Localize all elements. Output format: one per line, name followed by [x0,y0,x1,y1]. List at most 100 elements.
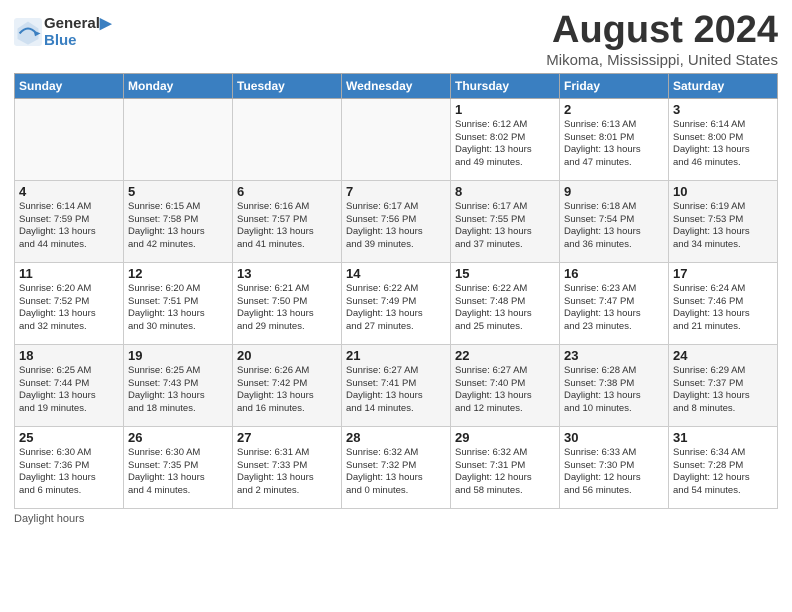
calendar-week-row: 25 Sunrise: 6:30 AM Sunset: 7:36 PM Dayli… [15,426,778,508]
day-number: 27 [237,430,337,445]
calendar-week-row: 4Sunrise: 6:14 AM Sunset: 7:59 PM Daylig… [15,180,778,262]
day-number: 6 [237,184,337,199]
calendar-week-row: 18 Sunrise: 6:25 AM Sunset: 7:44 PM Dayli… [15,344,778,426]
day-info: Sunrise: 6:15 AM Sunset: 7:58 PM Dayligh… [128,201,228,252]
calendar-cell [15,98,124,180]
calendar-cell: 26 Sunrise: 6:30 AM Sunset: 7:35 PM Dayli… [124,426,233,508]
day-info: Sunrise: 6:21 AM Sunset: 7:50 PM Dayligh… [237,283,337,334]
calendar-cell: 6 Sunrise: 6:16 AM Sunset: 7:57 PM Daylig… [233,180,342,262]
day-info: Sunrise: 6:32 AM Sunset: 7:32 PM Dayligh… [346,447,446,498]
day-number: 22 [455,348,555,363]
calendar-cell: 23 Sunrise: 6:28 AM Sunset: 7:38 PM Dayli… [560,344,669,426]
day-number: 17 [673,266,773,281]
day-info: Sunrise: 6:28 AM Sunset: 7:38 PM Dayligh… [564,365,664,416]
day-info: Sunrise: 6:20 AM Sunset: 7:52 PM Dayligh… [19,283,119,334]
day-number: 26 [128,430,228,445]
day-info: Sunrise: 6:14 AM Sunset: 8:00 PM Dayligh… [673,119,773,170]
day-number: 15 [455,266,555,281]
day-info: Sunrise: 6:12 AM Sunset: 8:02 PM Dayligh… [455,119,555,170]
day-number: 7 [346,184,446,199]
day-number: 30 [564,430,664,445]
calendar-cell: 29 Sunrise: 6:32 AM Sunset: 7:31 PM Dayli… [451,426,560,508]
calendar-cell: 15Sunrise: 6:22 AM Sunset: 7:48 PM Dayli… [451,262,560,344]
calendar-cell: 17Sunrise: 6:24 AM Sunset: 7:46 PM Dayli… [669,262,778,344]
calendar-cell: 9Sunrise: 6:18 AM Sunset: 7:54 PM Daylig… [560,180,669,262]
day-info: Sunrise: 6:32 AM Sunset: 7:31 PM Dayligh… [455,447,555,498]
footer-note: Daylight hours [14,513,778,525]
day-number: 20 [237,348,337,363]
day-info: Sunrise: 6:16 AM Sunset: 7:57 PM Dayligh… [237,201,337,252]
day-info: Sunrise: 6:23 AM Sunset: 7:47 PM Dayligh… [564,283,664,334]
day-info: Sunrise: 6:22 AM Sunset: 7:49 PM Dayligh… [346,283,446,334]
day-number: 23 [564,348,664,363]
day-number: 25 [19,430,119,445]
day-number: 8 [455,184,555,199]
day-info: Sunrise: 6:29 AM Sunset: 7:37 PM Dayligh… [673,365,773,416]
day-info: Sunrise: 6:18 AM Sunset: 7:54 PM Dayligh… [564,201,664,252]
weekday-header-thursday: Thursday [451,73,560,98]
calendar-cell: 14Sunrise: 6:22 AM Sunset: 7:49 PM Dayli… [342,262,451,344]
calendar-cell: 19 Sunrise: 6:25 AM Sunset: 7:43 PM Dayli… [124,344,233,426]
calendar-cell: 30 Sunrise: 6:33 AM Sunset: 7:30 PM Dayli… [560,426,669,508]
day-number: 19 [128,348,228,363]
calendar-cell: 21Sunrise: 6:27 AM Sunset: 7:41 PM Dayli… [342,344,451,426]
day-info: Sunrise: 6:34 AM Sunset: 7:28 PM Dayligh… [673,447,773,498]
day-number: 10 [673,184,773,199]
weekday-header-wednesday: Wednesday [342,73,451,98]
header: General▶ Blue August 2024 Mikoma, Missis… [14,10,778,69]
day-info: Sunrise: 6:26 AM Sunset: 7:42 PM Dayligh… [237,365,337,416]
calendar-week-row: 1 Sunrise: 6:12 AM Sunset: 8:02 PM Daylig… [15,98,778,180]
calendar-cell: 18 Sunrise: 6:25 AM Sunset: 7:44 PM Dayli… [15,344,124,426]
weekday-header-saturday: Saturday [669,73,778,98]
day-info: Sunrise: 6:31 AM Sunset: 7:33 PM Dayligh… [237,447,337,498]
day-number: 21 [346,348,446,363]
day-number: 16 [564,266,664,281]
day-info: Sunrise: 6:30 AM Sunset: 7:36 PM Dayligh… [19,447,119,498]
calendar-week-row: 11 Sunrise: 6:20 AM Sunset: 7:52 PM Dayli… [15,262,778,344]
day-info: Sunrise: 6:20 AM Sunset: 7:51 PM Dayligh… [128,283,228,334]
day-info: Sunrise: 6:17 AM Sunset: 7:55 PM Dayligh… [455,201,555,252]
day-number: 12 [128,266,228,281]
day-number: 1 [455,102,555,117]
day-info: Sunrise: 6:33 AM Sunset: 7:30 PM Dayligh… [564,447,664,498]
calendar-cell: 31 Sunrise: 6:34 AM Sunset: 7:28 PM Dayli… [669,426,778,508]
day-number: 31 [673,430,773,445]
day-info: Sunrise: 6:19 AM Sunset: 7:53 PM Dayligh… [673,201,773,252]
calendar-cell: 4Sunrise: 6:14 AM Sunset: 7:59 PM Daylig… [15,180,124,262]
calendar-table: SundayMondayTuesdayWednesdayThursdayFrid… [14,73,778,509]
calendar-cell [124,98,233,180]
calendar-cell: 28Sunrise: 6:32 AM Sunset: 7:32 PM Dayli… [342,426,451,508]
weekday-header-monday: Monday [124,73,233,98]
day-number: 29 [455,430,555,445]
calendar-cell: 11 Sunrise: 6:20 AM Sunset: 7:52 PM Dayli… [15,262,124,344]
calendar-cell: 3Sunrise: 6:14 AM Sunset: 8:00 PM Daylig… [669,98,778,180]
day-info: Sunrise: 6:25 AM Sunset: 7:44 PM Dayligh… [19,365,119,416]
calendar-cell: 27 Sunrise: 6:31 AM Sunset: 7:33 PM Dayli… [233,426,342,508]
title-block: August 2024 Mikoma, Mississippi, United … [546,10,778,69]
calendar-cell: 25 Sunrise: 6:30 AM Sunset: 7:36 PM Dayli… [15,426,124,508]
calendar-cell: 5 Sunrise: 6:15 AM Sunset: 7:58 PM Daylig… [124,180,233,262]
day-info: Sunrise: 6:30 AM Sunset: 7:35 PM Dayligh… [128,447,228,498]
location-subtitle: Mikoma, Mississippi, United States [546,52,778,69]
weekday-header-sunday: Sunday [15,73,124,98]
calendar-cell: 10 Sunrise: 6:19 AM Sunset: 7:53 PM Dayli… [669,180,778,262]
calendar-cell: 22Sunrise: 6:27 AM Sunset: 7:40 PM Dayli… [451,344,560,426]
weekday-header-tuesday: Tuesday [233,73,342,98]
calendar-cell: 8 Sunrise: 6:17 AM Sunset: 7:55 PM Daylig… [451,180,560,262]
calendar-cell [233,98,342,180]
day-number: 5 [128,184,228,199]
day-number: 18 [19,348,119,363]
day-number: 13 [237,266,337,281]
day-info: Sunrise: 6:17 AM Sunset: 7:56 PM Dayligh… [346,201,446,252]
logo: General▶ Blue [14,14,111,49]
calendar-cell: 2Sunrise: 6:13 AM Sunset: 8:01 PM Daylig… [560,98,669,180]
day-info: Sunrise: 6:25 AM Sunset: 7:43 PM Dayligh… [128,365,228,416]
calendar-cell: 16 Sunrise: 6:23 AM Sunset: 7:47 PM Dayli… [560,262,669,344]
day-number: 11 [19,266,119,281]
calendar-cell: 12 Sunrise: 6:20 AM Sunset: 7:51 PM Dayli… [124,262,233,344]
weekday-header-friday: Friday [560,73,669,98]
day-number: 4 [19,184,119,199]
day-info: Sunrise: 6:13 AM Sunset: 8:01 PM Dayligh… [564,119,664,170]
logo-icon [14,18,42,46]
day-number: 24 [673,348,773,363]
